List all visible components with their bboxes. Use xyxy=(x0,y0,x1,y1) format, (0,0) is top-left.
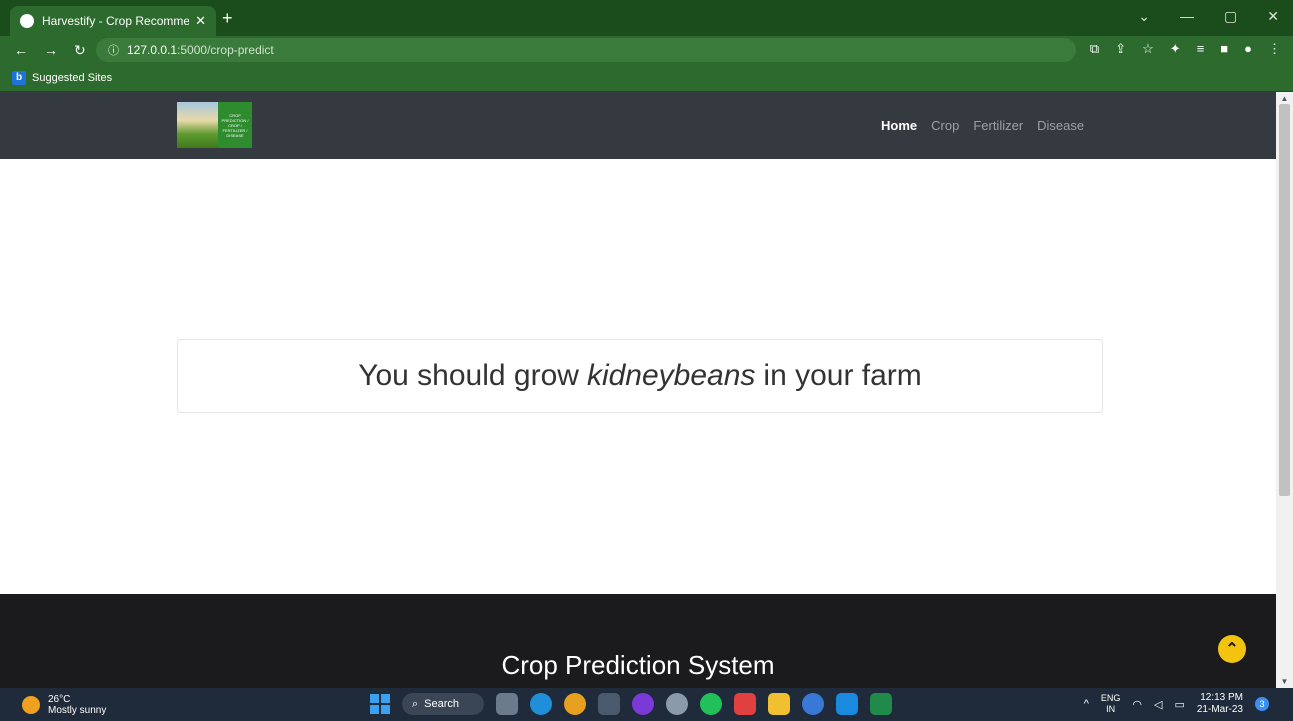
result-suffix: in your farm xyxy=(763,359,922,392)
chrome-green-icon[interactable] xyxy=(802,693,824,715)
bing-icon: b xyxy=(12,70,26,85)
search-label: Search xyxy=(424,698,460,710)
address-bar[interactable]: ⓘ 127.0.0.1 :5000/crop-predict xyxy=(96,38,1076,62)
scroll-to-top-button[interactable]: ⌃ xyxy=(1218,635,1246,663)
browser-toolbar: ← → ↻ ⓘ 127.0.0.1 :5000/crop-predict ⧉ ⇪… xyxy=(0,36,1293,64)
vscode-icon[interactable] xyxy=(836,693,858,715)
taskbar-search[interactable]: ⌕ Search xyxy=(402,693,484,715)
nav-link-disease[interactable]: Disease xyxy=(1037,118,1084,133)
reading-list-icon[interactable]: ≡ xyxy=(1197,41,1205,57)
date: 21-Mar-23 xyxy=(1196,704,1243,715)
search-icon: ⌕ xyxy=(412,697,419,710)
profile-avatar-icon[interactable]: ● xyxy=(1244,41,1252,57)
result-prefix: You should grow xyxy=(358,359,579,392)
url-path: :5000/crop-predict xyxy=(177,43,274,57)
weather-text: 26°C Mostly sunny xyxy=(48,694,106,716)
nav-links: Home Crop Fertilizer Disease xyxy=(881,118,1084,133)
sun-cloud-icon xyxy=(22,696,40,714)
site-logo[interactable]: CROP PREDICTION / CROP / FERTILIZER / DI… xyxy=(177,102,252,148)
footer-title: Crop Prediction System xyxy=(501,650,775,680)
settings-gear-icon[interactable] xyxy=(666,693,688,715)
task-view-icon[interactable] xyxy=(496,693,518,715)
terminal-icon[interactable] xyxy=(598,693,620,715)
side-panel-icon[interactable]: ■ xyxy=(1220,41,1228,57)
temperature: 26°C xyxy=(48,694,71,705)
info-icon[interactable]: ⓘ xyxy=(108,42,119,58)
back-arrow-icon[interactable]: ← xyxy=(14,42,28,59)
close-window-icon[interactable]: ✕ xyxy=(1267,8,1279,25)
youtube-icon[interactable] xyxy=(734,693,756,715)
recommended-crop: kidneybeans xyxy=(586,359,756,392)
new-tab-button[interactable]: + xyxy=(222,8,233,29)
tab-search-chevron-icon[interactable]: ⌄ xyxy=(1138,8,1150,25)
tab-title: Harvestify - Crop Recommendati xyxy=(42,14,190,28)
language-code: ENG xyxy=(1100,693,1121,703)
scrollbar-thumb[interactable] xyxy=(1279,104,1290,496)
bookmarks-bar: b Suggested Sites xyxy=(0,64,1293,92)
restore-icon[interactable]: ▢ xyxy=(1224,8,1237,25)
url-host: 127.0.0.1 xyxy=(127,43,178,57)
logo-text: CROP PREDICTION / CROP / FERTILIZER / DI… xyxy=(221,112,249,138)
wifi-icon[interactable]: ◠ xyxy=(1132,698,1142,711)
window-controls: ⌄ — ▢ ✕ xyxy=(1138,8,1279,25)
region-code: IN xyxy=(1106,704,1116,714)
notification-badge[interactable]: 3 xyxy=(1255,697,1269,711)
nav-link-fertilizer[interactable]: Fertilizer xyxy=(973,118,1023,133)
navigation-buttons: ← → ↻ xyxy=(0,42,100,59)
media-player-icon[interactable] xyxy=(632,693,654,715)
nav-link-home[interactable]: Home xyxy=(881,118,917,133)
menu-kebab-icon[interactable]: ⋮ xyxy=(1268,41,1281,57)
clock[interactable]: 12:13 PM 21-Mar-23 xyxy=(1197,692,1243,716)
edge-icon[interactable] xyxy=(530,693,552,715)
browser-tab[interactable]: Harvestify - Crop Recommendati ✕ xyxy=(10,6,216,36)
weather-condition: Mostly sunny xyxy=(48,705,107,716)
windows-start-icon[interactable] xyxy=(370,694,390,714)
site-navbar: CROP PREDICTION / CROP / FERTILIZER / DI… xyxy=(0,92,1276,159)
system-tray: ^ ENG IN ◠ ◁ ▭ 12:13 PM 21-Mar-23 3 xyxy=(1084,692,1269,716)
chevron-up-tray-icon[interactable]: ^ xyxy=(1084,698,1089,710)
volume-icon[interactable]: ◁ xyxy=(1154,698,1162,711)
bookmark-star-icon[interactable]: ☆ xyxy=(1142,41,1154,57)
excel-icon[interactable] xyxy=(870,693,892,715)
prediction-result-card: You should grow kidneybeans in your farm xyxy=(177,339,1103,413)
chrome-icon[interactable] xyxy=(564,693,586,715)
taskbar-apps: ⌕ Search xyxy=(370,693,892,715)
reload-icon[interactable]: ↻ xyxy=(74,42,86,59)
chevron-up-icon: ⌃ xyxy=(1225,641,1239,658)
time: 12:13 PM xyxy=(1200,692,1243,703)
tab-close-icon[interactable]: ✕ xyxy=(195,13,206,29)
scroll-up-arrow-icon[interactable]: ▲ xyxy=(1276,94,1293,103)
browser-tab-bar: Harvestify - Crop Recommendati ✕ + ⌄ — ▢… xyxy=(0,0,1293,36)
page-scrollbar[interactable]: ▲ ▼ xyxy=(1276,92,1293,688)
extensions-icon[interactable]: ✦ xyxy=(1170,41,1181,57)
bookmark-suggested-sites[interactable]: Suggested Sites xyxy=(32,72,112,84)
battery-icon[interactable]: ▭ xyxy=(1174,698,1184,711)
file-explorer-icon[interactable] xyxy=(768,693,790,715)
toolbar-actions: ⧉ ⇪ ☆ ✦ ≡ ■ ● ⋮ xyxy=(1090,41,1281,57)
nav-link-crop[interactable]: Crop xyxy=(931,118,959,133)
translate-icon[interactable]: ⧉ xyxy=(1090,41,1099,57)
site-footer: Crop Prediction System xyxy=(0,594,1276,688)
language-indicator[interactable]: ENG IN xyxy=(1101,693,1121,715)
logo-panel: CROP PREDICTION / CROP / FERTILIZER / DI… xyxy=(218,102,252,148)
minimize-icon[interactable]: — xyxy=(1180,8,1194,25)
forward-arrow-icon[interactable]: → xyxy=(44,42,58,59)
share-icon[interactable]: ⇪ xyxy=(1115,41,1126,57)
scroll-down-arrow-icon[interactable]: ▼ xyxy=(1276,677,1293,686)
globe-icon xyxy=(20,14,34,28)
weather-widget[interactable]: 26°C Mostly sunny xyxy=(22,694,106,716)
windows-taskbar: 26°C Mostly sunny ⌕ Search ^ ENG IN ◠ ◁ … xyxy=(0,688,1293,721)
whatsapp-icon[interactable] xyxy=(700,693,722,715)
web-page: CROP PREDICTION / CROP / FERTILIZER / DI… xyxy=(0,92,1276,688)
